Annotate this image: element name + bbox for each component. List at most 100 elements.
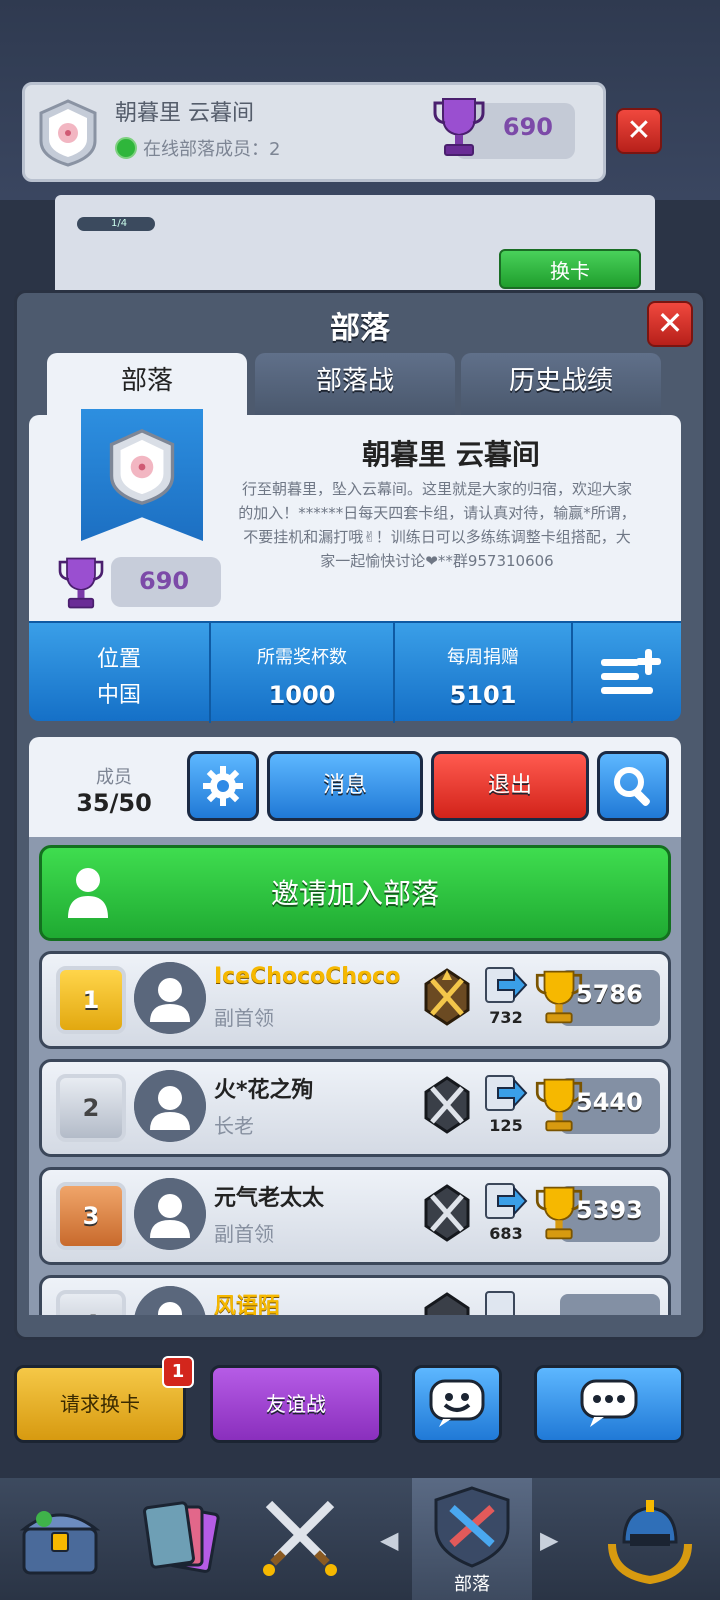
stat-required-trophies-label: 所需奖杯数 [257,647,347,668]
friendly-battle-button[interactable]: 友谊战 [210,1365,382,1443]
laurel-helmet-icon [608,1500,692,1584]
nav-left-arrow-icon[interactable]: ◀ [380,1526,398,1554]
donation-icon [485,1075,528,1111]
clan-badge-icon [109,429,175,505]
clan-info-panel: 690 朝暮里 云暮间 行至朝暮里，坠入云幕间。这里就是大家的归宿，欢迎大家的加… [29,409,681,621]
stat-required-trophies: 所需奖杯数 1000 [211,623,395,723]
member-donations: 732 [489,1008,523,1027]
online-dot-icon [115,137,137,159]
treasure-chest-icon [19,1511,101,1575]
swap-card-button[interactable]: 换卡 [499,249,641,289]
invite-button[interactable]: 邀请加入部落 [39,845,671,941]
modal-title: 部落 [330,311,390,346]
purple-trophy-icon [433,98,485,156]
clan-banner [81,409,203,541]
tab-war-history[interactable]: 历史战绩 [461,353,661,415]
stat-required-trophies-value: 1000 [268,681,336,709]
member-name: 元气老太太 [214,1186,325,1211]
online-members-label: 在线部落成员：2 [143,139,281,160]
member-row[interactable]: 1 IceChocoChoco 副首领 732 5786 [39,951,671,1049]
member-rank: 2 [56,1074,126,1142]
bottom-nav: ◀ 部落 ▶ [0,1478,720,1600]
member-row[interactable]: 2 火*花之殉 长老 125 5440 [39,1059,671,1157]
background-panel: 1/4 换卡 [55,195,655,305]
search-button[interactable] [597,751,669,821]
league-badge-icon [424,968,470,1026]
member-row[interactable]: 3 元气老太太 副首领 683 5393 [39,1167,671,1265]
member-trophies: 5440 [576,1088,643,1116]
stat-location-label: 位置 [96,647,141,672]
clan-trophies: 690 [139,567,190,595]
member-row[interactable]: 4 风语陌 [39,1275,671,1315]
donation-icon [485,1291,515,1315]
member-role: 长老 [214,1114,254,1138]
invite-label: 邀请加入部落 [270,877,439,910]
crossed-swords-icon [263,1500,337,1576]
leave-button[interactable]: 退出 [431,751,589,821]
member-role: 副首领 [214,1006,274,1030]
clan-modal: 部落 ✕ 部落 部落战 历史战绩 690 朝暮里 云暮间 行至朝暮里，坠入云幕间… [14,290,706,1340]
clan-stats-bar: 位置 中国 所需奖杯数 1000 每周捐赠 5101 [29,621,681,723]
tab-clan-war[interactable]: 部落战 [255,353,455,415]
clan-description: 行至朝暮里，坠入云幕间。这里就是大家的归宿，欢迎大家的加入！******日每天四… [238,480,636,570]
nav-clan[interactable]: 部落 [412,1478,532,1600]
member-role: 副首领 [214,1222,274,1246]
avatar-icon [134,1178,206,1250]
member-trophies: 5786 [576,980,643,1008]
nav-shop[interactable] [0,1478,120,1600]
chat-button[interactable] [534,1365,684,1443]
league-badge-icon [424,1292,470,1315]
nav-events[interactable] [590,1478,710,1600]
member-donations: 125 [489,1116,523,1135]
league-badge-icon [424,1076,470,1134]
nav-clan-label: 部落 [454,1574,490,1595]
stat-weekly-donations: 每周捐赠 5101 [395,623,573,723]
member-name: 风语陌 [214,1294,281,1315]
donation-icon [485,1183,528,1219]
settings-button[interactable] [187,751,259,821]
progress-badge: 1/4 [77,217,155,231]
nav-right-arrow-icon[interactable]: ▶ [540,1526,558,1554]
clan-trophies: 690 [502,113,553,141]
search-icon [614,767,650,806]
member-name: IceChocoChoco [214,964,401,989]
request-cards-button[interactable]: 请求换卡 [14,1365,186,1443]
online-members: 在线部落成员：2 [115,135,280,161]
modal-close-button[interactable]: ✕ [647,301,693,347]
nav-battle[interactable] [240,1478,360,1600]
gear-icon [203,766,243,806]
stat-weekly-donations-value: 5101 [449,681,517,709]
league-badge-icon [424,1184,470,1242]
nav-cards[interactable] [120,1478,240,1600]
menu-add-icon[interactable] [599,647,663,701]
clan-badge-icon [39,99,97,167]
smiley-chat-icon [429,1379,485,1427]
clan-name: 朝暮里 云暮间 [362,438,540,471]
member-donations: 683 [489,1224,523,1243]
members-count: 35/50 [76,789,152,817]
member-rank: 3 [56,1182,126,1250]
emote-button[interactable] [412,1365,502,1443]
cards-icon [143,1501,220,1573]
clan-shield-icon [434,1486,510,1568]
request-cards-label: 请求换卡 [60,1392,140,1416]
avatar-icon [134,962,206,1034]
member-name: 火*花之殉 [214,1078,314,1103]
donation-icon [485,967,528,1003]
member-rank: 1 [56,966,126,1034]
tab-clan[interactable]: 部落 [47,353,247,415]
members-list[interactable]: 邀请加入部落 1 IceChocoChoco 副首领 732 5786 2 火*… [29,837,681,1315]
top-close-button[interactable]: ✕ [616,108,662,154]
stat-location: 位置 中国 [29,623,211,723]
clan-name: 朝暮里 云暮间 [115,101,254,126]
members-header: 成员 35/50 消息 退出 [29,737,681,837]
stat-weekly-donations-label: 每周捐赠 [447,647,519,668]
notification-badge: 1 [162,1356,194,1388]
member-rank: 4 [56,1290,126,1315]
tab-bar: 部落 部落战 历史战绩 [47,353,663,415]
clan-summary-card[interactable]: 朝暮里 云暮间 在线部落成员：2 690 [22,82,606,182]
chat-bubble-icon [580,1379,638,1427]
message-button[interactable]: 消息 [267,751,423,821]
stat-location-value: 中国 [96,683,141,708]
trophy-box [560,1294,660,1315]
